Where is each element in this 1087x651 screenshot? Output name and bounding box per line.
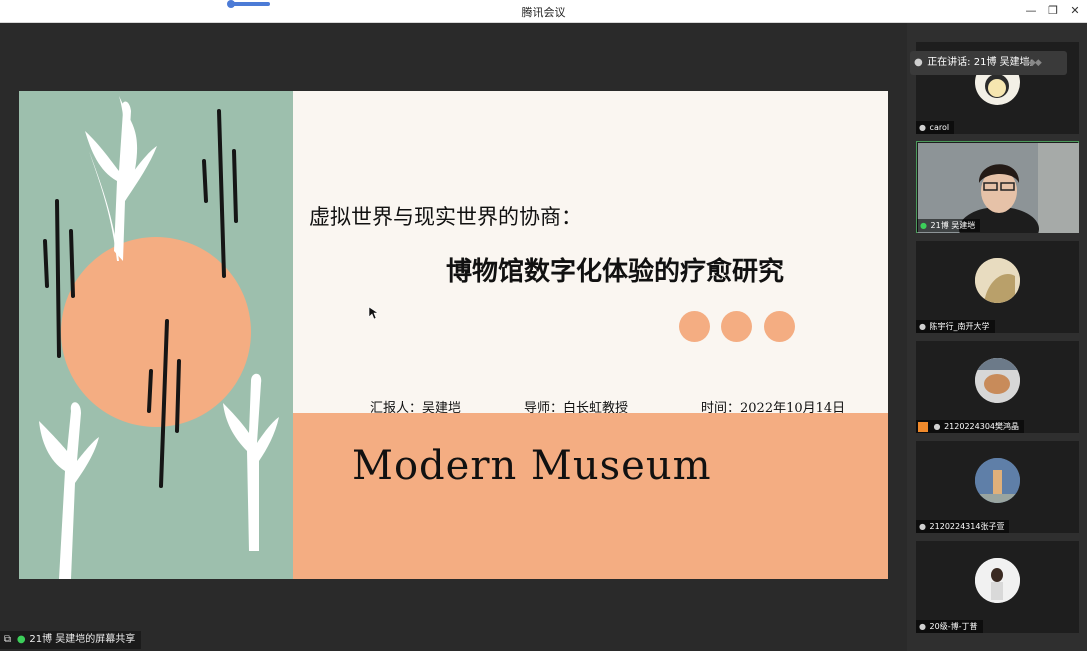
screen-share-label: 21博 吴建垲的屏幕共享 [29,634,136,645]
restore-icon[interactable]: ❐ [1044,3,1062,19]
participant-name: 2120224314张子萱 [929,522,1005,531]
avatar [975,458,1020,503]
mic-off-icon: ● [919,123,926,132]
participant-namebar: ● carol [916,121,955,134]
participant-tile[interactable]: ● 20级-博-丁普 [916,541,1079,633]
mouse-cursor-icon [368,306,378,320]
mic-off-icon: ● [919,322,926,331]
presentation-slide: 虚拟世界与现实世界的协商： 博物馆数字化体验的疗愈研究 汇报人：吴建垲 导师：白… [19,91,888,579]
participant-namebar: ● 21博 吴建垲 [917,219,981,232]
avatar-image [975,558,1020,603]
participant-namebar: ● 陈宇行_南开大学 [916,320,995,333]
participant-tile[interactable]: ● 2120224304樊鸿晶 [916,341,1079,433]
participant-tile[interactable]: ● 陈宇行_南开大学 [916,241,1079,333]
slide-title-line2: 博物馆数字化体验的疗愈研究 [446,257,785,287]
avatar [975,558,1020,603]
slide-decor-dot [764,311,795,342]
slide-decor-panel [19,91,293,579]
screen-share-icon: ⧉ [3,634,12,645]
participant-namebar: ● 2120224314张子萱 [916,520,1010,533]
avatar-image [975,358,1020,403]
mic-off-icon: ● [919,522,926,531]
slide-brand: Modern Museum [352,443,712,489]
participant-namebar: ● 2120224304樊鸿晶 [916,420,1024,433]
participant-name: 2120224304樊鸿晶 [944,422,1019,431]
avatar-image [975,258,1020,303]
avatar-image [975,458,1020,503]
mic-off-icon: ● [919,622,926,631]
window-titlebar: 腾讯会议 — ❐ ✕ [0,0,1087,23]
audio-level-icon: ◆◆◆ [1023,58,1042,68]
slide-title-line1: 虚拟世界与现实世界的协商： [309,205,582,229]
close-icon[interactable]: ✕ [1066,3,1084,19]
profile-picture-icon [918,421,928,432]
slide-decor-dot [679,311,710,342]
mic-on-icon: ● [920,221,927,230]
participant-name: 20级-博-丁普 [929,622,978,631]
slide-decor-dot [721,311,752,342]
participant-name: carol [929,123,950,132]
avatar [975,358,1020,403]
slide-decor-illustration [39,96,279,579]
participant-namebar: ● 20级-博-丁普 [916,620,983,633]
screen-share-status[interactable]: ⧉ ● 21博 吴建垲的屏幕共享 [0,631,142,649]
participant-tile-active[interactable]: ● 21博 吴建垲 [916,141,1079,233]
speaking-banner: ● 正在讲话: 21博 吴建垲; ◆◆◆ [910,51,1067,75]
participant-name: 陈宇行_南开大学 [929,322,990,331]
speaking-label: 正在讲话: 21博 吴建垲; [927,57,1034,68]
participant-tile[interactable]: ● 2120224314张子萱 [916,441,1079,533]
minimize-icon[interactable]: — [1022,3,1040,19]
avatar [975,258,1020,303]
mic-on-icon: ● [16,634,26,645]
mic-icon: ● [914,57,923,68]
slide-bottom-band [293,413,888,579]
window-title: 腾讯会议 [521,6,566,19]
mic-off-icon: ● [933,422,941,431]
participant-name: 21博 吴建垲 [930,221,976,230]
